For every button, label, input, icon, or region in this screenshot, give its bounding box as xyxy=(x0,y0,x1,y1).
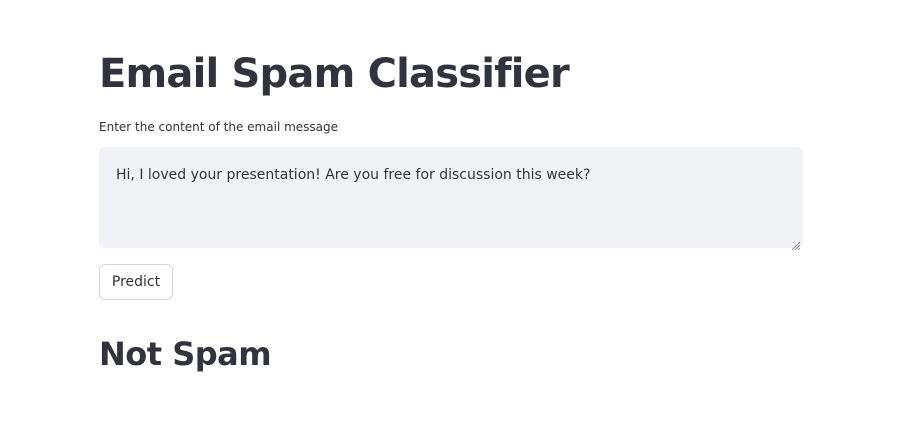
message-textarea[interactable]: Hi, I loved your presentation! Are you f… xyxy=(99,147,803,248)
message-field-label: Enter the content of the email message xyxy=(99,120,339,134)
prediction-result: Not Spam xyxy=(99,335,272,373)
app-root: Email Spam Classifier Enter the content … xyxy=(0,0,899,440)
message-textarea-container: Hi, I loved your presentation! Are you f… xyxy=(99,147,803,251)
resize-grip-icon[interactable] xyxy=(791,236,801,251)
page-title: Email Spam Classifier xyxy=(99,51,570,97)
resize-grip-icon-svg xyxy=(791,241,801,251)
predict-button[interactable]: Predict xyxy=(99,264,173,300)
